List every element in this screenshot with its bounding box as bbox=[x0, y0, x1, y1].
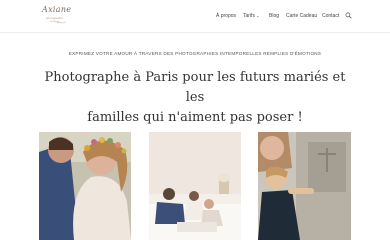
flower-ornament-icon bbox=[50, 20, 66, 24]
headline-line-2: familles qui n'aiment pas poser ! bbox=[87, 110, 303, 125]
site-header: Axiane photographe À propos Tarifs⌄ Blog… bbox=[0, 0, 390, 33]
hero-tagline: EXPRIMEZ VOTRE AMOUR À TRAVERS DES PHOTO… bbox=[68, 51, 322, 56]
gallery-photo-wedding[interactable] bbox=[39, 132, 131, 240]
logo-name: Axiane bbox=[42, 5, 72, 14]
gallery-photo-mother-child[interactable] bbox=[258, 132, 351, 240]
site-logo[interactable]: Axiane photographe bbox=[42, 5, 72, 27]
search-icon[interactable] bbox=[345, 12, 352, 19]
gallery-photo-family-bed[interactable] bbox=[149, 132, 241, 240]
nav-item-a-propos[interactable]: À propos bbox=[216, 13, 236, 19]
nav-item-contact[interactable]: Contact bbox=[322, 13, 339, 19]
hero-headline: Photographe à Paris pour les futurs mari… bbox=[40, 68, 350, 128]
nav-item-tarifs[interactable]: Tarifs⌄ bbox=[243, 13, 259, 19]
nav-item-blog[interactable]: Blog bbox=[269, 13, 279, 19]
chevron-down-icon: ⌄ bbox=[255, 13, 260, 18]
nav-item-carte-cadeau[interactable]: Carte Cadeau bbox=[286, 13, 317, 19]
headline-line-1: Photographe à Paris pour les futurs mari… bbox=[44, 70, 346, 105]
nav-item-tarifs-label: Tarifs bbox=[243, 13, 255, 19]
